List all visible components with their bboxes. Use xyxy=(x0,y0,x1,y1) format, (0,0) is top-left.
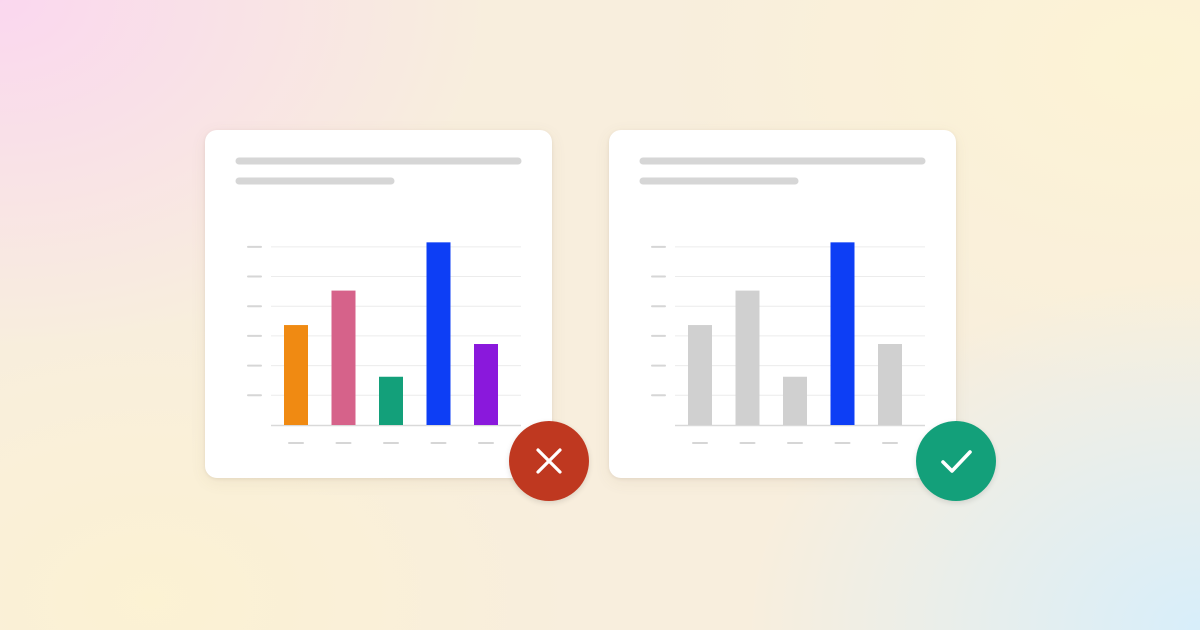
bar xyxy=(688,325,712,425)
bar xyxy=(878,344,902,425)
bar xyxy=(735,290,760,425)
good-example-bar-chart xyxy=(639,157,926,444)
bar xyxy=(783,376,807,425)
close-icon xyxy=(509,421,589,501)
bar xyxy=(379,376,403,425)
bar xyxy=(331,290,356,425)
bar xyxy=(426,242,451,425)
correct-badge-circle xyxy=(916,421,996,501)
checkmark-icon xyxy=(916,421,996,501)
correct-badge xyxy=(916,421,996,501)
bad-example-card xyxy=(205,130,552,478)
bad-example-bar-chart xyxy=(235,157,522,444)
bar xyxy=(474,344,498,425)
incorrect-badge xyxy=(509,421,589,501)
bar xyxy=(830,242,855,425)
good-example-card xyxy=(609,130,956,478)
bar xyxy=(284,325,308,425)
